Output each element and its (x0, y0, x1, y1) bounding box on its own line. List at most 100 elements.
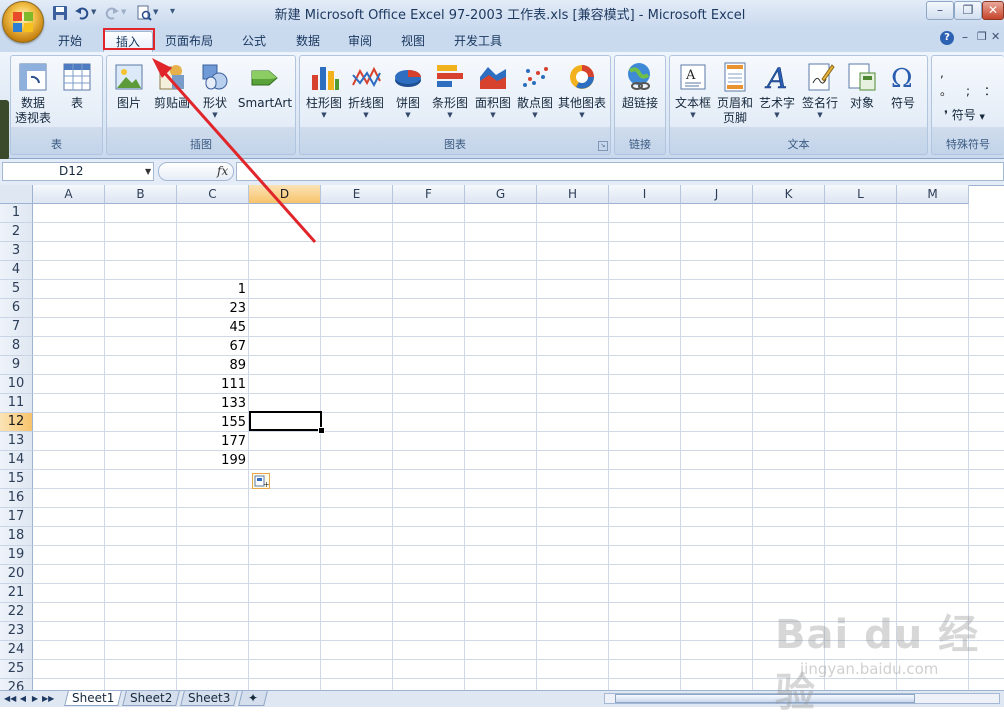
first-sheet-icon[interactable]: ◀◀ (4, 692, 16, 705)
row-header-21[interactable]: 21 (0, 584, 33, 603)
column-header-l[interactable]: L (825, 185, 897, 204)
clip-art-button[interactable]: 剪贴画 (151, 61, 193, 111)
active-cell-d12[interactable] (249, 411, 322, 431)
workbook-restore-icon[interactable]: ❐ (977, 30, 987, 43)
row-header-13[interactable]: 13 (0, 432, 33, 451)
pivot-table-button[interactable]: 数据 透视表 (13, 61, 53, 126)
row-header-4[interactable]: 4 (0, 261, 33, 280)
fill-handle[interactable] (318, 427, 325, 434)
cell-c6[interactable]: 23 (178, 299, 246, 318)
undo-icon[interactable] (74, 5, 90, 21)
smartart-button[interactable]: SmartArt (235, 61, 295, 111)
row-header-16[interactable]: 16 (0, 489, 33, 508)
cell-c5[interactable]: 1 (178, 280, 246, 299)
row-header-3[interactable]: 3 (0, 242, 33, 261)
insert-function-icon[interactable]: fx (217, 164, 228, 178)
row-header-2[interactable]: 2 (0, 223, 33, 242)
cell-c11[interactable]: 133 (178, 394, 246, 413)
other-charts-button[interactable]: 其他图表 ▼ (556, 61, 608, 119)
cell-c7[interactable]: 45 (178, 318, 246, 337)
column-header-m[interactable]: M (897, 185, 969, 204)
cell-c14[interactable]: 199 (178, 451, 246, 470)
object-button[interactable]: 对象 (842, 61, 882, 111)
name-box[interactable]: D12 ▼ (2, 162, 154, 181)
last-sheet-icon[interactable]: ▶▶ (42, 692, 54, 705)
prev-sheet-icon[interactable]: ◀ (18, 692, 28, 705)
row-header-19[interactable]: 19 (0, 546, 33, 565)
cell-c13[interactable]: 177 (178, 432, 246, 451)
column-header-d[interactable]: D (249, 185, 321, 204)
cell-c10[interactable]: 111 (178, 375, 246, 394)
charts-dialog-launcher-icon[interactable]: ↘ (598, 141, 608, 151)
row-header-1[interactable]: 1 (0, 204, 33, 223)
workbook-minimize-icon[interactable]: – (962, 30, 968, 44)
tab-developer[interactable]: 开发工具 (446, 31, 510, 51)
sheet-tab-sheet2[interactable]: Sheet2 (122, 691, 180, 706)
qat-customize-icon[interactable]: ▾ (170, 6, 175, 17)
column-header-f[interactable]: F (393, 185, 465, 204)
sheet-tab-sheet3[interactable]: Sheet3 (180, 691, 238, 706)
special-symbol-gallery[interactable]: , 。;： (940, 64, 1000, 100)
column-header-h[interactable]: H (537, 185, 609, 204)
hyperlink-button[interactable]: 超链接 (618, 61, 662, 111)
table-button[interactable]: 表 (59, 61, 95, 111)
area-chart-button[interactable]: 面积图 ▼ (472, 61, 514, 119)
cell-c9[interactable]: 89 (178, 356, 246, 375)
select-all-corner[interactable] (0, 185, 33, 204)
tab-home[interactable]: 开始 (48, 31, 92, 51)
tab-view[interactable]: 视图 (391, 31, 435, 51)
sheet-tab-sheet1[interactable]: Sheet1 (64, 691, 122, 706)
paste-options-button[interactable]: + (252, 473, 270, 489)
row-header-14[interactable]: 14 (0, 451, 33, 470)
row-header-23[interactable]: 23 (0, 622, 33, 641)
wordart-button[interactable]: A 艺术字 ▼ (756, 61, 798, 119)
header-footer-button[interactable]: 页眉和 页脚 (714, 61, 756, 126)
row-header-8[interactable]: 8 (0, 337, 33, 356)
undo-dropdown-icon[interactable]: ▼ (91, 8, 96, 16)
row-header-24[interactable]: 24 (0, 641, 33, 660)
textbox-button[interactable]: A 文本框 ▼ (672, 61, 714, 119)
pie-chart-button[interactable]: 饼图 ▼ (388, 61, 428, 119)
column-chart-button[interactable]: 柱形图 ▼ (304, 61, 344, 119)
special-symbol-button[interactable]: ❜ 符号 ▼ (944, 106, 985, 123)
insert-sheet-button[interactable]: ✦ (238, 691, 268, 706)
help-icon[interactable]: ? (940, 31, 954, 45)
row-header-15[interactable]: 15 (0, 470, 33, 489)
column-header-e[interactable]: E (321, 185, 393, 204)
row-header-5[interactable]: 5 (0, 280, 33, 299)
bar-chart-button[interactable]: 条形图 ▼ (429, 61, 471, 119)
name-box-dropdown-icon[interactable]: ▼ (145, 163, 151, 180)
close-button[interactable]: ✕ (982, 1, 1004, 20)
row-header-18[interactable]: 18 (0, 527, 33, 546)
signature-line-button[interactable]: 签名行 ▼ (798, 61, 842, 119)
print-preview-icon[interactable] (136, 5, 152, 21)
minimize-button[interactable]: – (926, 1, 954, 20)
row-header-11[interactable]: 11 (0, 394, 33, 413)
row-header-10[interactable]: 10 (0, 375, 33, 394)
tab-data[interactable]: 数据 (286, 31, 330, 51)
picture-button[interactable]: 图片 (111, 61, 147, 111)
scatter-chart-button[interactable]: 散点图 ▼ (514, 61, 556, 119)
row-header-9[interactable]: 9 (0, 356, 33, 375)
column-header-k[interactable]: K (753, 185, 825, 204)
row-header-17[interactable]: 17 (0, 508, 33, 527)
column-header-a[interactable]: A (33, 185, 105, 204)
row-header-7[interactable]: 7 (0, 318, 33, 337)
column-header-i[interactable]: I (609, 185, 681, 204)
column-header-c[interactable]: C (177, 185, 249, 204)
formula-input[interactable] (236, 162, 1004, 181)
row-header-6[interactable]: 6 (0, 299, 33, 318)
symbol-button[interactable]: Ω 符号 (882, 61, 924, 111)
row-header-12[interactable]: 12 (0, 413, 33, 432)
row-header-22[interactable]: 22 (0, 603, 33, 622)
column-header-b[interactable]: B (105, 185, 177, 204)
row-header-25[interactable]: 25 (0, 660, 33, 679)
tab-review[interactable]: 审阅 (338, 31, 382, 51)
restore-button[interactable]: ❐ (954, 1, 982, 20)
cell-c12[interactable]: 155 (178, 413, 246, 432)
workbook-close-icon[interactable]: ✕ (991, 30, 1000, 43)
cell-c8[interactable]: 67 (178, 337, 246, 356)
tab-formulas[interactable]: 公式 (232, 31, 276, 51)
save-icon[interactable] (52, 5, 68, 21)
row-header-20[interactable]: 20 (0, 565, 33, 584)
